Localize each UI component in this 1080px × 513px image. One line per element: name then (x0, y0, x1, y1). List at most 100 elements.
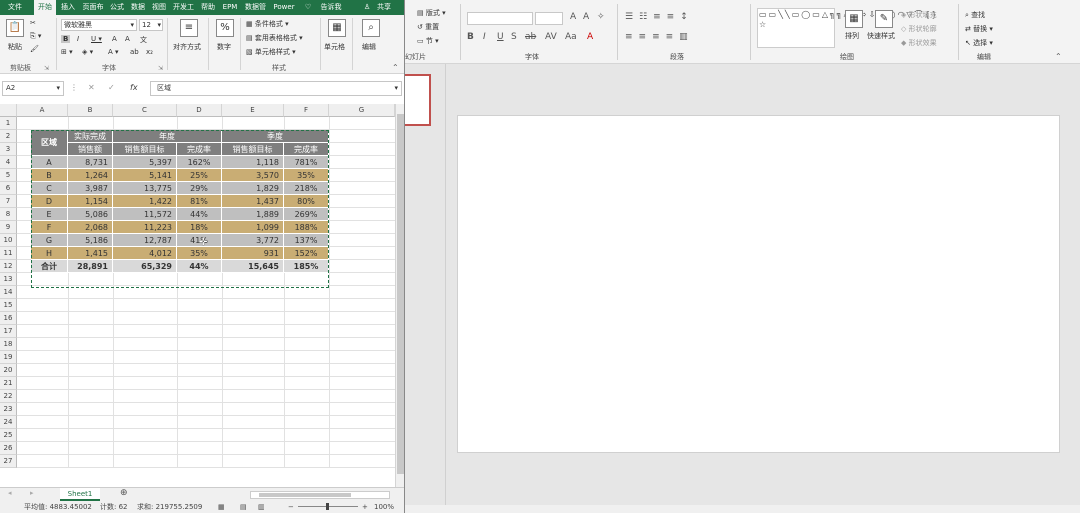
slide-thumbnail[interactable] (405, 74, 431, 126)
next-sheet-icon[interactable]: ▸ (30, 489, 34, 497)
underline-button[interactable]: U ▾ (91, 35, 102, 43)
formula-input[interactable]: 区域 ▾ (150, 81, 402, 96)
shadow-icon[interactable]: S (511, 32, 517, 42)
zoom-level[interactable]: 100% (374, 501, 394, 513)
name-box[interactable]: A2 ▾ (2, 81, 64, 96)
row-header[interactable]: 26 (0, 442, 17, 455)
tab-power[interactable]: Power (270, 0, 298, 15)
conditional-format-button[interactable]: ▦ 条件格式 ▾ (246, 19, 289, 29)
spacing-icon[interactable]: AV (545, 32, 557, 42)
bold-icon[interactable]: B (467, 32, 474, 42)
row-header[interactable]: 17 (0, 325, 17, 338)
select-button[interactable]: ↖ 选择 ▾ (965, 38, 993, 48)
layout-button[interactable]: ▤ 版式 ▾ (417, 8, 446, 18)
reset-button[interactable]: ↺ 重置 (417, 22, 439, 32)
font-grow-icon[interactable]: A (112, 35, 117, 43)
collapse-ribbon-icon[interactable]: ⌃ (392, 63, 399, 72)
font-name-select[interactable]: 微软雅黑 ▾ (61, 19, 137, 31)
row-header[interactable]: 21 (0, 377, 17, 390)
column-header-b[interactable]: B (68, 104, 113, 117)
slide-canvas[interactable] (457, 115, 1060, 453)
list-icons[interactable]: ☰☷≡≡↕ (625, 12, 694, 22)
shape-effects-button[interactable]: ◆ 形状效果 (901, 38, 937, 48)
borders-icon[interactable]: ⊞ ▾ (61, 48, 73, 56)
tab-file[interactable]: 文件 (0, 0, 30, 15)
row-header[interactable]: 7 (0, 195, 17, 208)
clipboard-launcher-icon[interactable]: ⇲ (44, 65, 49, 72)
column-header-c[interactable]: C (113, 104, 177, 117)
column-header-a[interactable]: A (17, 104, 68, 117)
italic-button[interactable]: I (77, 35, 79, 43)
cells-icon[interactable]: ▦ (328, 19, 346, 37)
tab-home[interactable]: 开始 (34, 0, 56, 15)
align-icons[interactable]: ≡≡≡≡▥ (625, 32, 694, 42)
sheet-tab-sheet1[interactable]: Sheet1 (60, 488, 100, 501)
quick-style-icon[interactable]: ✎ (875, 10, 893, 28)
row-header[interactable]: 15 (0, 299, 17, 312)
shapes-gallery[interactable]: ▭▭╲╲▭◯▭△╗╗▱▷⇨⇩☐◯◠▽⌒{}☆ (757, 8, 937, 48)
column-header-f[interactable]: F (284, 104, 329, 117)
row-header[interactable]: 2 (0, 130, 17, 143)
arrange-icon[interactable]: ▦ (845, 10, 863, 28)
row-header[interactable]: 6 (0, 182, 17, 195)
worksheet-grid[interactable]: A B C D E F G 1 2 3 4 5 6 7 8 9 10 11 12 13 14 15 16 17 1… (0, 104, 404, 487)
shape-outline-button[interactable]: ◇ 形状轮廓 (901, 24, 937, 34)
tab-page-layout[interactable]: 页面布 (79, 0, 107, 15)
tab-epm[interactable]: EPM (220, 0, 240, 15)
fill-color-icon[interactable]: ◈ ▾ (82, 48, 93, 56)
row-header[interactable]: 13 (0, 273, 17, 286)
collapse-ribbon-icon[interactable]: ⌃ (1055, 52, 1062, 61)
strikethrough-icon[interactable]: ab (525, 32, 536, 42)
tab-help[interactable]: 帮助 (198, 0, 218, 15)
row-header[interactable]: 1 (0, 117, 17, 130)
horizontal-scrollbar[interactable] (250, 491, 390, 499)
tab-data-manager[interactable]: 数据管 (242, 0, 269, 15)
row-header[interactable]: 24 (0, 416, 17, 429)
row-header[interactable]: 5 (0, 169, 17, 182)
row-header[interactable]: 4 (0, 156, 17, 169)
row-header[interactable]: 10 (0, 234, 17, 247)
editing-button[interactable]: 编辑 (362, 42, 376, 52)
paste-icon[interactable]: 📋 (6, 19, 24, 37)
format-as-table-button[interactable]: ▤ 套用表格格式 ▾ (246, 33, 303, 43)
strikethrough-icon[interactable]: ab (130, 48, 139, 56)
zoom-thumb[interactable] (326, 503, 329, 510)
tab-data[interactable]: 数据 (128, 0, 148, 15)
row-header[interactable]: 8 (0, 208, 17, 221)
cell-styles-button[interactable]: ▧ 单元格样式 ▾ (246, 47, 296, 57)
select-all-corner[interactable] (0, 104, 17, 117)
font-size-select[interactable]: 12 ▾ (139, 19, 163, 31)
bold-button[interactable]: B (61, 35, 71, 43)
paste-button[interactable]: 粘贴 (8, 42, 22, 52)
tab-developer[interactable]: 开发工 (170, 0, 197, 15)
zoom-in-icon[interactable]: + (362, 501, 368, 513)
row-header[interactable]: 22 (0, 390, 17, 403)
row-header[interactable]: 11 (0, 247, 17, 260)
font-color-icon[interactable]: A (587, 32, 593, 42)
row-header[interactable]: 12 (0, 260, 17, 273)
prev-sheet-icon[interactable]: ◂ (8, 489, 12, 497)
add-sheet-icon[interactable]: ⊕ (120, 488, 128, 498)
ppt-font-name-input[interactable] (467, 12, 533, 25)
row-header[interactable]: 23 (0, 403, 17, 416)
row-header[interactable]: 3 (0, 143, 17, 156)
cancel-icon[interactable]: ✕ (88, 83, 95, 92)
h-scroll-thumb[interactable] (259, 493, 351, 497)
enter-icon[interactable]: ✓ (108, 83, 115, 92)
tab-view[interactable]: 视图 (149, 0, 169, 15)
row-header[interactable]: 14 (0, 286, 17, 299)
number-button[interactable]: 数字 (217, 42, 231, 52)
font-launcher-icon[interactable]: ⇲ (158, 65, 163, 72)
alignment-icon[interactable]: ≡ (180, 19, 198, 37)
case-icon[interactable]: Aa (565, 32, 577, 42)
phonetic-icon[interactable]: 文 (140, 35, 147, 45)
replace-button[interactable]: ⇄ 替换 ▾ (965, 24, 993, 34)
font-color-icon[interactable]: A ▾ (108, 48, 119, 56)
scroll-thumb[interactable] (397, 114, 404, 474)
font-grow-icon[interactable]: A (570, 12, 576, 22)
column-header-g[interactable]: G (329, 104, 395, 117)
tell-me-search[interactable]: 告诉我 (316, 0, 346, 15)
row-header[interactable]: 18 (0, 338, 17, 351)
row-header[interactable]: 9 (0, 221, 17, 234)
find-button[interactable]: ⌕ 查找 (965, 10, 985, 20)
